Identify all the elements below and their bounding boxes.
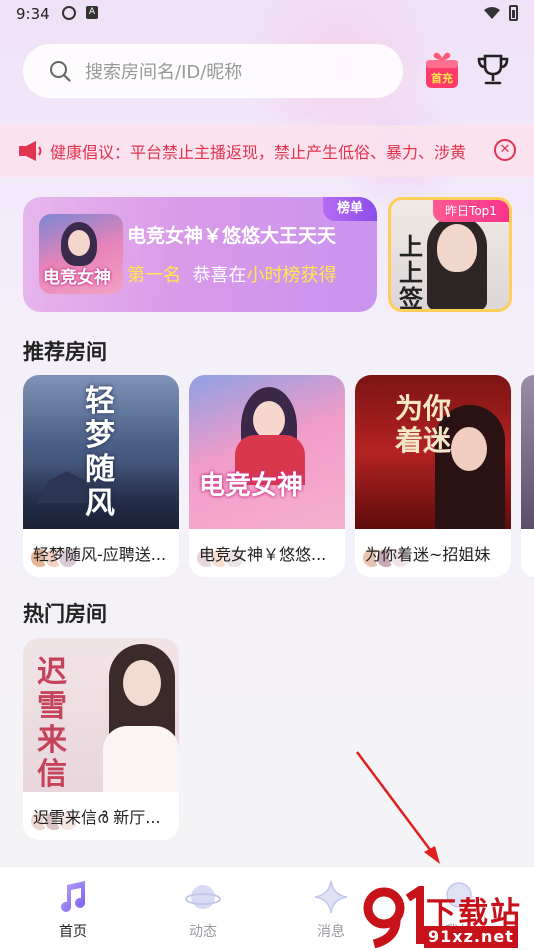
tab-moments-label: 动态 — [189, 924, 217, 940]
ranking-tag: 榜单 — [323, 197, 377, 221]
search-input[interactable]: 搜索房间名/ID/昵称 — [23, 44, 403, 98]
section-title-hot: 热门房间 — [23, 602, 107, 626]
room-cover-title: 为你着迷 — [395, 392, 452, 457]
close-icon[interactable]: ✕ — [494, 139, 516, 161]
ranking-thumb-logo: 电竞女神 — [43, 268, 111, 288]
room-card[interactable]: 电竞女神 8670 电竞女神￥悠悠... — [189, 375, 345, 577]
status-app-icon — [62, 6, 76, 20]
ranking-first: 第一名 — [127, 265, 181, 286]
room-card[interactable]: 迟雪来信 2107 迟雪来信ർ 新厅... — [23, 638, 179, 840]
ranking-title: 电竞女神￥悠悠大王天天 — [127, 225, 337, 247]
status-time: 9:34 — [16, 5, 50, 23]
yesterday-top1-card[interactable]: 上上签 昨日Top1 — [388, 197, 512, 312]
ranking-subtitle: 第一名 恭喜在小时榜获得 — [127, 261, 336, 287]
planet-icon — [185, 885, 221, 909]
watermark: 下载站 91xz.net — [362, 884, 530, 950]
ranking-sub-mid: 恭喜在 — [192, 265, 247, 286]
notice-text: 健康倡议：平台禁止主播返现，禁止产生低俗、暴力、涉黄 — [50, 143, 467, 162]
room-cover: 为你着迷 — [355, 375, 511, 529]
search-icon — [50, 61, 71, 82]
tab-home-label: 首页 — [59, 924, 87, 940]
search-placeholder: 搜索房间名/ID/昵称 — [85, 62, 243, 83]
room-name: 迟雪来信ർ 新厅... — [33, 808, 161, 827]
status-bar: 9:34 A — [0, 0, 534, 30]
status-badge-icon: A — [86, 6, 98, 19]
notice-bar: 健康倡议：平台禁止主播返现，禁止产生低俗、暴力、涉黄 ✕ — [0, 125, 534, 177]
room-cover-title: 迟雪来信 — [37, 655, 67, 792]
room-card-partial[interactable] — [521, 375, 534, 577]
gift-label: 首充 — [431, 71, 453, 85]
room-cover: 迟雪来信 — [23, 638, 179, 792]
wifi-icon — [484, 7, 500, 19]
room-cover: 轻梦随风 — [23, 375, 179, 529]
section-title-recommended: 推荐房间 — [23, 340, 107, 364]
room-name: 为你着迷~招姐妹 — [365, 545, 491, 564]
sparkle-icon — [314, 880, 348, 914]
room-cover-title: 轻梦随风 — [85, 384, 115, 521]
top1-calligraphy: 上上签 — [399, 232, 423, 312]
trophy-icon[interactable] — [475, 52, 511, 88]
tab-moments[interactable]: 动态 — [158, 867, 248, 950]
top1-face — [437, 224, 477, 272]
megaphone-icon — [19, 141, 42, 161]
ranking-sub-highlight: 小时榜获得 — [246, 265, 337, 286]
battery-icon — [509, 5, 518, 21]
watermark-domain: 91xz.net — [424, 926, 518, 948]
tab-home[interactable]: 首页 — [28, 867, 118, 950]
first-recharge-gift-icon[interactable]: 首充 — [424, 50, 460, 90]
room-cover: 电竞女神 — [189, 375, 345, 529]
ranking-banner[interactable]: 电竞女神 榜单 电竞女神￥悠悠大王天天 第一名 恭喜在小时榜获得 — [23, 197, 377, 312]
room-name: 电竞女神￥悠悠... — [199, 545, 327, 564]
room-card[interactable]: 轻梦随风 1348 轻梦随风-应聘送... — [23, 375, 179, 577]
room-cover-title: 电竞女神 — [199, 471, 304, 501]
room-card[interactable]: 为你着迷 8528 为你着迷~招姐妹 — [355, 375, 511, 577]
room-name: 轻梦随风-应聘送... — [33, 545, 167, 564]
room-cover — [521, 375, 534, 529]
top1-tag: 昨日Top1 — [433, 200, 509, 222]
ranking-thumb: 电竞女神 — [39, 214, 123, 294]
watermark-logo-icon — [363, 886, 424, 948]
music-note-icon — [61, 881, 85, 912]
